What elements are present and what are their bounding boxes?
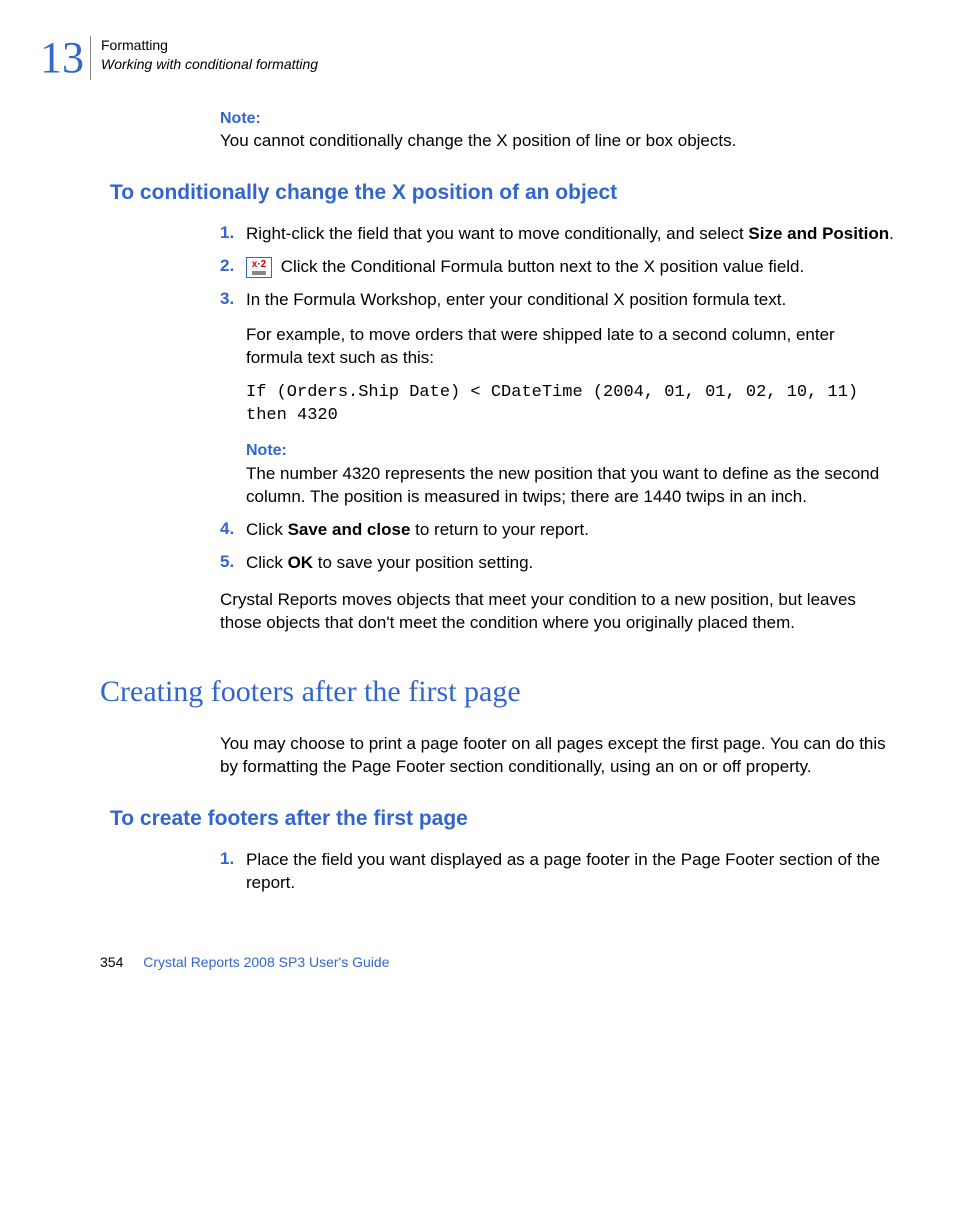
step-text: Click the Conditional Formula button nex… <box>276 257 804 276</box>
step-body: Click OK to save your position setting. <box>246 552 894 575</box>
note-label: Note: <box>220 110 894 128</box>
step-bold: Size and Position <box>748 224 889 243</box>
steps-list-1: 1. Right-click the field that you want t… <box>220 223 894 575</box>
code-block: If (Orders.Ship Date) < CDateTime (2004,… <box>246 382 894 428</box>
step-text: For example, to move orders that were sh… <box>246 324 894 370</box>
step-number: 5. <box>220 552 246 575</box>
step-item: 4. Click Save and close to return to you… <box>220 519 894 542</box>
step-text: Click <box>246 520 288 539</box>
step-bold: OK <box>288 553 314 572</box>
section-heading-create-footers: To create footers after the first page <box>110 807 894 831</box>
step-number: 1. <box>220 223 246 246</box>
note-label: Note: <box>246 440 894 462</box>
step-number: 2. <box>220 256 246 279</box>
step-item: 2. x·2 Click the Conditional Formula but… <box>220 256 894 279</box>
step-number: 3. <box>220 289 246 509</box>
step-body: Click Save and close to return to your r… <box>246 519 894 542</box>
step-item: 1. Right-click the field that you want t… <box>220 223 894 246</box>
chapter-number: 13 <box>40 36 84 80</box>
header-divider <box>90 36 91 80</box>
step-text: . <box>889 224 894 243</box>
page-footer: 354 Crystal Reports 2008 SP3 User's Guid… <box>100 954 894 970</box>
header-line1: Formatting <box>101 36 318 55</box>
step-item: 3. In the Formula Workshop, enter your c… <box>220 289 894 509</box>
steps-list-2: 1. Place the field you want displayed as… <box>220 849 894 895</box>
paragraph: Crystal Reports moves objects that meet … <box>220 589 894 635</box>
header-line2: Working with conditional formatting <box>101 55 318 74</box>
note-text: You cannot conditionally change the X po… <box>220 130 894 153</box>
step-body: Place the field you want displayed as a … <box>246 849 894 895</box>
page-number: 354 <box>100 954 123 970</box>
step-text: to return to your report. <box>410 520 589 539</box>
icon-label: x·2 <box>252 260 266 270</box>
step-text: Click <box>246 553 288 572</box>
step-text: In the Formula Workshop, enter your cond… <box>246 289 894 312</box>
step-number: 4. <box>220 519 246 542</box>
icon-bar <box>252 271 266 275</box>
step-bold: Save and close <box>288 520 411 539</box>
step-text: Place the field you want displayed as a … <box>246 850 880 892</box>
header-text: Formatting Working with conditional form… <box>101 36 318 74</box>
paragraph: You may choose to print a page footer on… <box>220 733 894 779</box>
step-body: Right-click the field that you want to m… <box>246 223 894 246</box>
step-item: 1. Place the field you want displayed as… <box>220 849 894 895</box>
footer-title: Crystal Reports 2008 SP3 User's Guide <box>143 954 389 970</box>
note-text: The number 4320 represents the new posit… <box>246 463 894 509</box>
page-header: 13 Formatting Working with conditional f… <box>40 36 894 80</box>
step-item: 5. Click OK to save your position settin… <box>220 552 894 575</box>
step-text: to save your position setting. <box>313 553 533 572</box>
step-body: x·2 Click the Conditional Formula button… <box>246 256 894 279</box>
step-text: Right-click the field that you want to m… <box>246 224 748 243</box>
step-number: 1. <box>220 849 246 895</box>
step-body: In the Formula Workshop, enter your cond… <box>246 289 894 509</box>
conditional-formula-icon: x·2 <box>246 257 272 278</box>
section-heading-xposition: To conditionally change the X position o… <box>110 181 894 205</box>
section-heading-footers: Creating footers after the first page <box>100 675 894 709</box>
